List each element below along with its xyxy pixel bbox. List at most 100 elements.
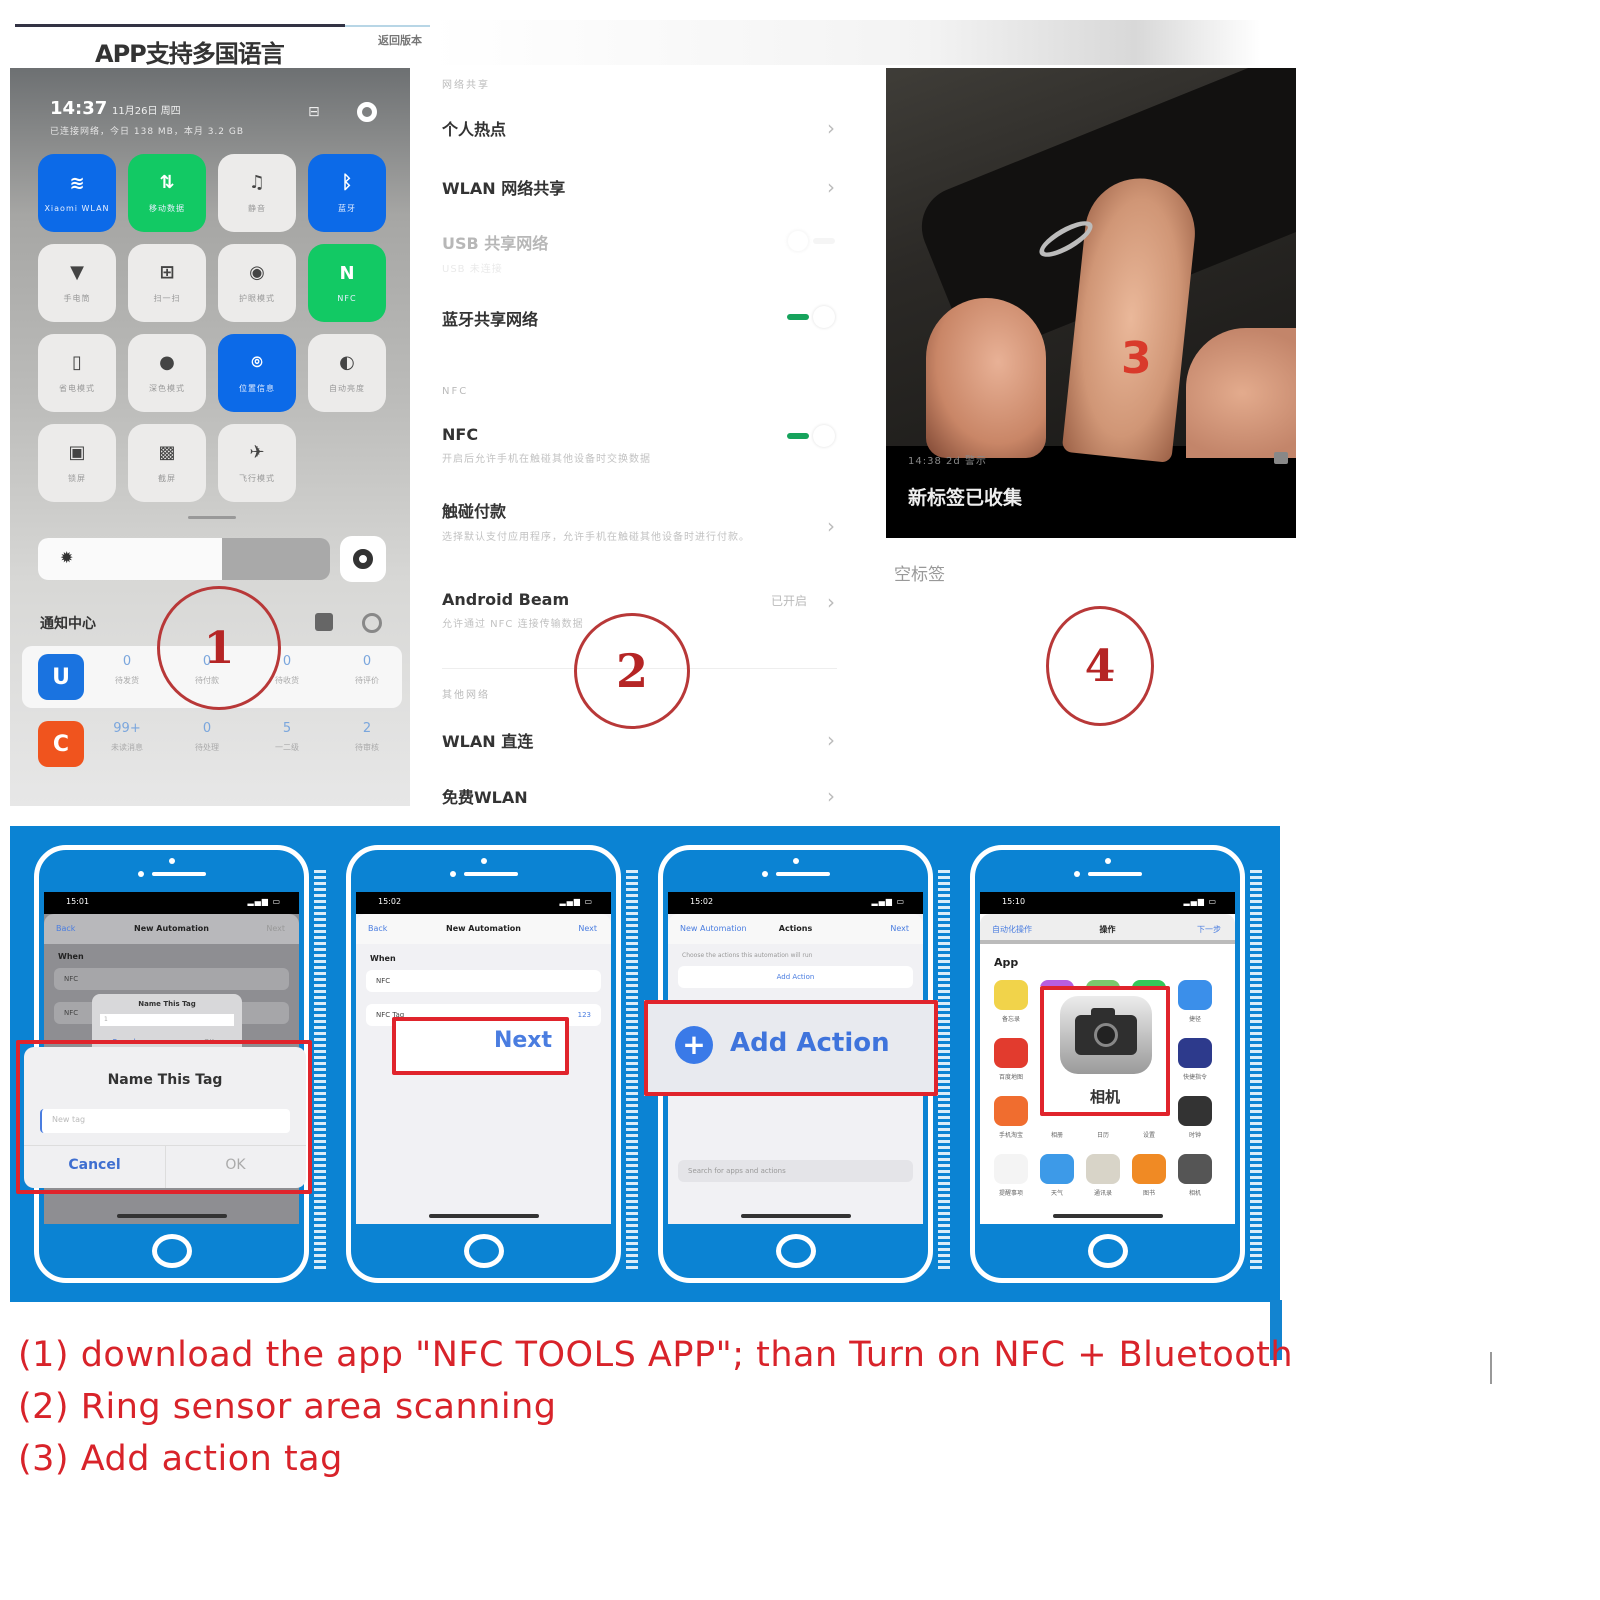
gear-icon[interactable]: [357, 102, 377, 122]
quick-toggle-tile[interactable]: ▩ 截屏: [128, 424, 206, 502]
home-button[interactable]: [775, 1234, 816, 1268]
settings-row-tap-pay[interactable]: 触碰付款 选择默认支付应用程序，允许手机在触碰其他设备时进行付款。 ›: [442, 498, 835, 543]
app-icon[interactable]: [994, 1154, 1028, 1184]
settings-row-hotspot[interactable]: 个人热点 ›: [442, 116, 835, 140]
edit-icon[interactable]: ⊟: [308, 104, 320, 120]
quick-toggle-label: 扫一扫: [153, 294, 181, 303]
app-icon[interactable]: [1178, 980, 1212, 1010]
app-label: 快捷指令: [1182, 1074, 1207, 1081]
section-header: 其他网络: [442, 690, 490, 701]
app-icon[interactable]: [1132, 1154, 1166, 1184]
photo-ring-on-phone: 3: [886, 68, 1296, 463]
contrast-icon: ◐: [339, 352, 355, 373]
nfc-settings-panel: 网络共享 个人热点 › WLAN 网络共享 › USB 共享网络 USB 未连接 蓝牙…: [412, 68, 860, 806]
app-icon[interactable]: [994, 1096, 1028, 1126]
quick-toggle-tile[interactable]: ◐ 自动亮度: [308, 334, 386, 412]
notification-card[interactable]: C 99+ 未读消息 0 待处理 5 一二级 2 待审核: [22, 713, 402, 775]
nfc-trigger-cell[interactable]: NFC: [366, 970, 601, 992]
status-bar: 15:02 ▂▄▆ ▭: [356, 892, 611, 914]
auto-brightness-button[interactable]: [340, 536, 386, 582]
app-icon[interactable]: [1178, 1096, 1212, 1126]
quick-toggle-tile[interactable]: ◉ 护眼模式: [218, 244, 296, 322]
status-bar: 15:02 ▂▄▆ ▭: [668, 892, 923, 914]
home-button[interactable]: [151, 1234, 192, 1268]
app-icon[interactable]: [994, 1038, 1028, 1068]
notification-stat: 2 待审核: [355, 721, 379, 752]
app-icon[interactable]: [1178, 1038, 1212, 1068]
settings-row-wlan-share[interactable]: WLAN 网络共享 ›: [442, 175, 835, 199]
add-action-small[interactable]: Add Action: [678, 966, 913, 988]
usb-share-toggle: [787, 230, 835, 252]
app-icon[interactable]: [1040, 1154, 1074, 1184]
status-subtitle: 已连接网络，今日 138 MB，本月 3.2 GB: [50, 127, 245, 137]
highlight-box: [392, 1017, 569, 1075]
quick-toggle-tile[interactable]: N NFC: [308, 244, 386, 322]
app-label: 捷径: [1188, 1016, 1201, 1023]
quick-toggle-tile[interactable]: ≋ Xiaomi WLAN: [38, 154, 116, 232]
quick-toggle-label: 护眼模式: [239, 294, 275, 303]
empty-tag-label: 空标签: [894, 565, 945, 585]
app-icon: C: [38, 721, 84, 767]
settings-row-bluetooth-share[interactable]: 蓝牙共享网络: [442, 306, 835, 330]
next-nav-button[interactable]: Next: [578, 924, 597, 933]
quick-toggle-label: Xiaomi WLAN: [44, 204, 110, 213]
quick-toggle-tile[interactable]: ⌾ 位置信息: [218, 334, 296, 412]
nav-bar: Back New Automation Next: [44, 914, 299, 944]
quick-toggle-label: 飞行模式: [239, 474, 275, 483]
notification-center-title: 通知中心: [40, 616, 96, 632]
settings-row-usb-share: USB 共享网络 USB 未连接: [442, 230, 835, 275]
home-button[interactable]: [1087, 1234, 1128, 1268]
app-label: 相册: [1050, 1132, 1063, 1139]
drag-handle[interactable]: [188, 516, 236, 519]
quick-toggle-tile[interactable]: ᛒ 蓝牙: [308, 154, 386, 232]
search-actions-input[interactable]: Search for apps and actions: [678, 1160, 913, 1182]
speaker-slot: [1087, 872, 1142, 876]
nfc-toggle[interactable]: [787, 425, 835, 447]
quick-toggle-label: 自动亮度: [329, 384, 365, 393]
frame-edge-decoration: [314, 870, 326, 1270]
section-header: 网络共享: [442, 80, 490, 91]
quick-toggle-tile[interactable]: ▯ 省电模式: [38, 334, 116, 412]
chevron-right-icon: ›: [827, 175, 835, 199]
quick-toggle-tile[interactable]: ⊞ 扫一扫: [128, 244, 206, 322]
bluetooth-share-toggle[interactable]: [787, 306, 835, 328]
flashlight-icon: ▼: [70, 262, 84, 283]
header-divider: [15, 24, 345, 27]
quick-toggle-tile[interactable]: ▣ 锁屏: [38, 424, 116, 502]
header-title: APP支持多国语言: [95, 40, 285, 68]
notification-icon: [1274, 452, 1288, 464]
app-icon[interactable]: [1086, 1154, 1120, 1184]
frame-edge-decoration: [938, 870, 950, 1270]
quick-toggle-tile[interactable]: ⇅ 移动数据: [128, 154, 206, 232]
settings-row-wlan-direct[interactable]: WLAN 直连 ›: [442, 728, 835, 752]
settings-row-free-wlan[interactable]: 免费WLAN ›: [442, 784, 835, 806]
quick-toggle-label: 手电筒: [63, 294, 91, 303]
settings-row-nfc[interactable]: NFC 开启后允许手机在触碰其他设备时交换数据: [442, 425, 835, 465]
step-marker-2: 2: [574, 613, 690, 729]
quick-toggle-tile[interactable]: ✈ 飞行模式: [218, 424, 296, 502]
frame-edge-decoration: [1250, 870, 1262, 1270]
quick-toggle-tile[interactable]: ♫ 静音: [218, 154, 296, 232]
highlight-box: [16, 1040, 312, 1194]
ring-scan-photo-panel: 3 14:38 2d 警示 新标签已收集: [886, 68, 1296, 538]
quick-toggle-label: 静音: [248, 204, 266, 213]
quick-toggle-tile[interactable]: ▼ 手电筒: [38, 244, 116, 322]
notification-settings-icon[interactable]: [362, 613, 382, 633]
quick-toggle-label: 省电模式: [59, 384, 95, 393]
quick-toggle-tile[interactable]: ● 深色模式: [128, 334, 206, 412]
app-icon[interactable]: [1178, 1154, 1212, 1184]
manage-notifications-icon[interactable]: [315, 613, 333, 631]
status-time: 14:37: [50, 98, 108, 119]
sensor-dot: [449, 871, 456, 877]
nfc-trigger-cell[interactable]: NFC: [54, 968, 289, 990]
nav-bar: Back New Automation Next: [356, 914, 611, 944]
app-icon[interactable]: [994, 980, 1028, 1010]
next-nav-button[interactable]: 下一步: [1197, 924, 1221, 935]
brightness-slider[interactable]: ✹: [38, 538, 330, 580]
speaker-slot: [151, 872, 206, 876]
header-small-label: 返回版本: [378, 34, 422, 47]
next-nav-button[interactable]: Next: [890, 924, 909, 933]
home-button[interactable]: [463, 1234, 504, 1268]
chevron-right-icon: ›: [827, 784, 835, 806]
app-label: 提醒事项: [998, 1190, 1023, 1197]
